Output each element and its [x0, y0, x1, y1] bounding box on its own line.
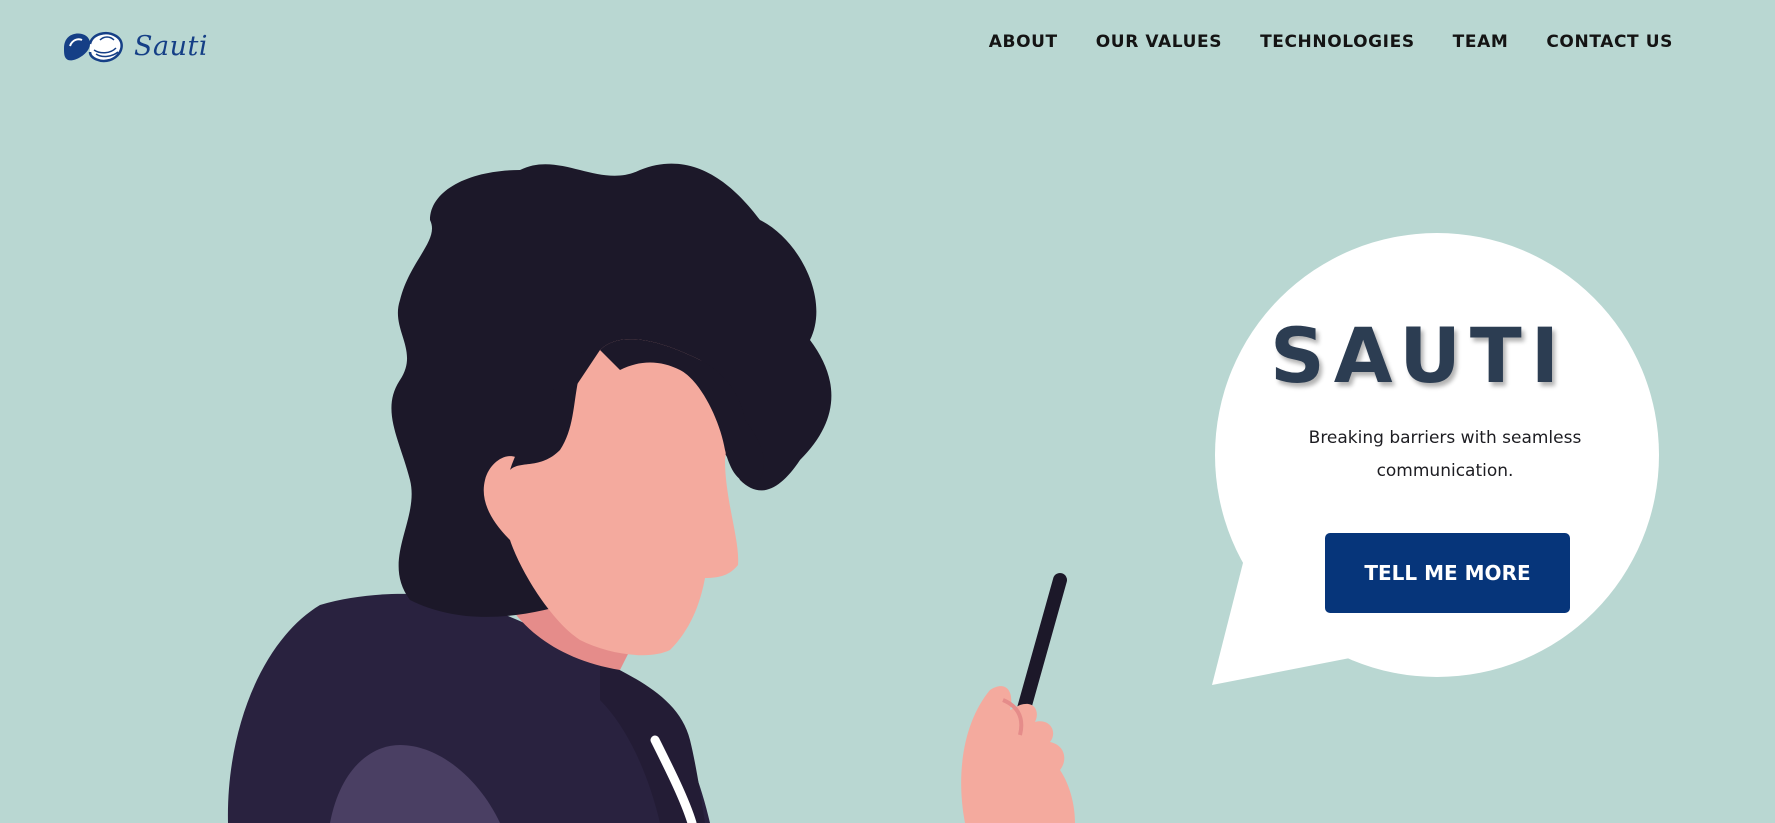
hero-subtitle: Breaking barriers with seamless communic… [1308, 428, 1582, 481]
person-figure [227, 163, 1075, 823]
hero-illustration [227, 163, 1659, 823]
tell-me-more-button[interactable]: TELL ME MORE [1325, 533, 1570, 613]
hero-title: SAUTI [1270, 311, 1569, 400]
